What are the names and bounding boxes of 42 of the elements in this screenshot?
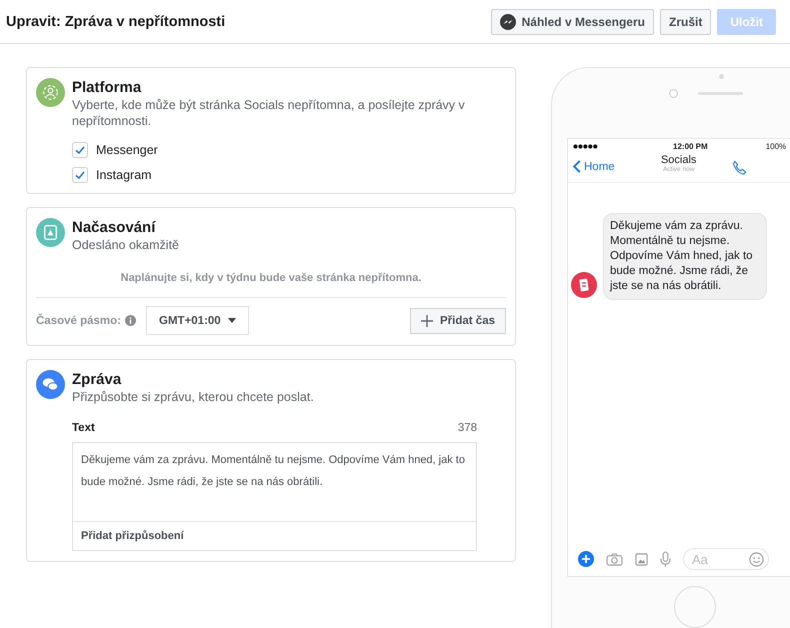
plus-icon [421,314,434,326]
preview-button[interactable]: Náhled v Messengeru [490,8,654,34]
message-text-field[interactable]: Děkujeme vám za zprávu. Momentálně tu nejsme. Odpovíme Vám hned, jak to bude možné. Jsme rádi, že jste se na nás obrátili. Přidat přizpůsobení [72,442,477,551]
info-icon [125,315,136,326]
messenger-icon [500,14,516,30]
character-counter: 378 [458,422,477,434]
card-subtitle: Odesláno okamžitě [72,237,180,253]
schedule-hint: Naplánujte si, kdy v týdnu bude vaše stránka nepřítomna. [120,272,422,284]
card-subtitle: Přizpůsobte si zprávu, kterou chcete poslat. [72,389,315,405]
microphone-icon[interactable] [660,550,671,568]
cancel-button[interactable]: Zrušit [660,8,712,34]
page-avatar-icon [571,272,597,298]
checkbox-label: Instagram [96,168,152,182]
card-title: Načasování [72,219,157,236]
card-description: Vyberte, kde může být stránka Socials nepřítomna, a posílejte zprávy v nepřítomnosti. [72,97,466,129]
timezone-label: Časové pásmo: [36,314,122,326]
smiley-icon[interactable] [749,552,764,566]
add-time-button[interactable]: Přidat čas [410,308,506,334]
back-link[interactable]: Home [573,160,615,173]
phone-call-icon[interactable] [732,160,747,175]
plus-icon[interactable] [578,551,594,567]
back-chevron-icon [573,160,581,173]
checkbox[interactable] [72,167,88,183]
card-title: Platforma [72,79,142,96]
timezone-dropdown[interactable]: GMT+01:00 [146,306,249,335]
checkbox[interactable] [72,142,88,158]
battery-text: 100% [766,142,786,150]
contact-name: Socials [660,154,698,166]
checkbox-label: Messenger [96,143,158,157]
check-icon [74,169,86,181]
check-icon [74,144,86,156]
message-bubble: Děkujeme vám za zprávu. Momentálně tu nejsme. Odpovíme Vám hned, jak to bude možné. Jsme rádi, že jste se na nás obrátili. [603,213,767,300]
camera-icon[interactable] [606,552,623,566]
add-personalization-link[interactable]: Přidat přizpůsobení [73,522,476,550]
camera-dot [718,74,724,79]
sensor-circle [669,89,678,98]
status-time: 12:00 PM [673,142,708,150]
page-title: Upravit: Zpráva v nepřítomnosti [6,14,226,30]
image-icon[interactable] [635,552,648,566]
card-title: Zpráva [72,371,122,388]
field-label: Text [72,422,95,434]
caret-icon [228,318,236,323]
